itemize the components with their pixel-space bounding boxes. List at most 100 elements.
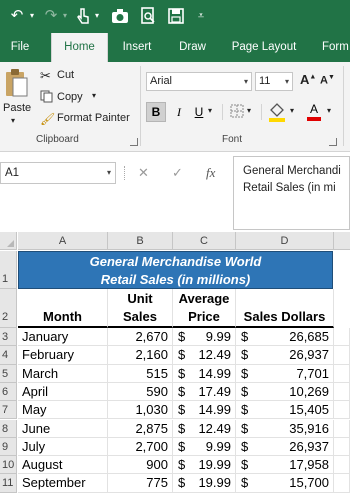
column-header-b[interactable]: B — [108, 232, 173, 250]
cell-average-price[interactable]: $12.49 — [173, 346, 236, 365]
copy-button[interactable]: Copy — [57, 91, 83, 103]
cell-month[interactable]: August — [18, 456, 108, 475]
cell-sales-dollars[interactable]: $10,269 — [236, 382, 334, 402]
camera-icon[interactable] — [110, 4, 130, 28]
font-size-dropdown-icon[interactable]: ▾ — [285, 73, 289, 90]
formula-input[interactable]: General Merchandi Retail Sales (in mi — [233, 156, 350, 230]
cell-average-price[interactable]: $19.99 — [173, 456, 236, 475]
cell-unit-sales[interactable]: 590 — [108, 382, 173, 402]
cell-month[interactable]: June — [18, 419, 108, 438]
redo-dropdown-icon[interactable]: ▾ — [60, 4, 70, 28]
cell-average-price[interactable]: $14.99 — [173, 401, 236, 420]
cell-sales-dollars[interactable]: $15,405 — [236, 401, 334, 420]
underline-dropdown-icon[interactable]: ▾ — [208, 106, 212, 115]
tab-home[interactable]: Home — [51, 33, 108, 62]
column-header-c[interactable]: C — [173, 232, 236, 250]
borders-icon[interactable] — [230, 104, 244, 123]
font-color-icon[interactable]: A — [307, 102, 321, 121]
borders-dropdown-icon[interactable]: ▾ — [247, 106, 251, 115]
cell-unit-sales[interactable]: 2,875 — [108, 419, 173, 438]
column-header-e[interactable] — [334, 232, 350, 250]
fill-color-dropdown-icon[interactable]: ▾ — [290, 106, 294, 115]
cell-average-price[interactable]: $12.49 — [173, 419, 236, 438]
cell-unit-sales[interactable]: 2,700 — [108, 437, 173, 457]
row-header[interactable]: 1 — [0, 251, 17, 289]
font-launcher-icon[interactable] — [329, 138, 337, 146]
cell-sales-dollars[interactable]: $26,685 — [236, 328, 334, 347]
select-all-corner[interactable] — [0, 232, 17, 250]
cancel-icon[interactable]: ✕ — [138, 162, 149, 184]
cell-average-price[interactable]: $9.99 — [173, 328, 236, 347]
undo-icon[interactable]: ↶ — [8, 4, 26, 28]
cell-month[interactable]: April — [18, 382, 108, 402]
copy-dropdown-icon[interactable]: ▾ — [92, 91, 96, 100]
cell-sales-dollars[interactable]: $17,958 — [236, 456, 334, 475]
title-merged-cell[interactable]: General Merchandise World Retail Sales (… — [18, 251, 333, 289]
row-header[interactable]: 7 — [0, 401, 17, 420]
cell-month[interactable]: January — [18, 328, 108, 347]
header-sales-dollars[interactable]: Sales Dollars — [236, 289, 334, 328]
name-box-dropdown-icon[interactable]: ▾ — [107, 163, 111, 183]
cell-empty[interactable] — [334, 382, 350, 402]
cell-unit-sales[interactable]: 2,160 — [108, 346, 173, 365]
print-preview-icon[interactable] — [138, 4, 158, 28]
decrease-font-size-button[interactable]: A▼ — [320, 74, 335, 87]
row-header[interactable]: 10 — [0, 456, 17, 475]
cell-empty[interactable] — [334, 328, 350, 347]
splitter-handle[interactable] — [124, 166, 126, 180]
cell-average-price[interactable]: $14.99 — [173, 364, 236, 383]
font-name-box[interactable]: Arial ▾ — [146, 72, 252, 91]
cell-unit-sales[interactable]: 515 — [108, 364, 173, 383]
font-size-box[interactable]: 11 ▾ — [255, 72, 293, 91]
cell-average-price[interactable]: $9.99 — [173, 437, 236, 457]
column-header-a[interactable]: A — [18, 232, 108, 250]
cell-average-price[interactable]: $17.49 — [173, 382, 236, 402]
row-header[interactable]: 9 — [0, 437, 17, 457]
redo-icon[interactable]: ↷ — [42, 4, 60, 28]
row-header[interactable]: 5 — [0, 364, 17, 383]
cell-sales-dollars[interactable]: $26,937 — [236, 437, 334, 457]
paste-icon[interactable] — [4, 68, 30, 100]
touch-dropdown-icon[interactable]: ▾ — [92, 4, 102, 28]
column-header-d[interactable]: D — [236, 232, 334, 250]
cell-empty[interactable] — [334, 456, 350, 475]
customize-qat-icon[interactable]: ⩡ — [194, 4, 208, 28]
increase-font-size-button[interactable]: A▲ — [300, 72, 316, 87]
row-header[interactable]: 2 — [0, 289, 17, 328]
worksheet-grid[interactable]: A B C D 1 General Merchandise World Reta… — [0, 232, 350, 493]
cell-month[interactable]: May — [18, 401, 108, 420]
undo-dropdown-icon[interactable]: ▾ — [27, 4, 37, 28]
header-month[interactable]: Month — [18, 289, 108, 328]
save-icon[interactable] — [166, 4, 186, 28]
cell-sales-dollars[interactable]: $35,916 — [236, 419, 334, 438]
paste-dropdown-icon[interactable]: ▾ — [11, 116, 15, 125]
header-average-price[interactable]: Average Price — [173, 289, 236, 328]
tab-formulas[interactable]: Form — [314, 33, 350, 62]
cell-sales-dollars[interactable]: $7,701 — [236, 364, 334, 383]
cell-empty[interactable] — [334, 364, 350, 383]
cut-button[interactable]: Cut — [57, 69, 74, 81]
cell-sales-dollars[interactable]: $26,937 — [236, 346, 334, 365]
cell-month[interactable]: February — [18, 346, 108, 365]
insert-function-icon[interactable]: fx — [206, 162, 215, 184]
row-header[interactable]: 6 — [0, 382, 17, 402]
cell-month[interactable]: March — [18, 364, 108, 383]
fill-color-icon[interactable] — [268, 102, 286, 127]
bold-button[interactable]: B — [146, 102, 166, 122]
enter-icon[interactable]: ✓ — [172, 162, 183, 184]
cell-empty[interactable] — [334, 437, 350, 457]
font-color-dropdown-icon[interactable]: ▾ — [327, 106, 331, 115]
cell-unit-sales[interactable]: 1,030 — [108, 401, 173, 420]
format-painter-button[interactable]: Format Painter — [57, 112, 130, 124]
cell-unit-sales[interactable]: 900 — [108, 456, 173, 475]
font-name-dropdown-icon[interactable]: ▾ — [244, 73, 248, 90]
underline-button[interactable]: U — [192, 102, 206, 122]
cell-empty[interactable] — [334, 419, 350, 438]
tab-page-layout[interactable]: Page Layout — [225, 33, 303, 62]
clipboard-launcher-icon[interactable] — [130, 138, 138, 146]
header-unit-sales[interactable]: Unit Sales — [108, 289, 173, 328]
cell-month[interactable]: July — [18, 437, 108, 457]
cell-empty[interactable] — [334, 401, 350, 420]
cell-empty[interactable] — [334, 346, 350, 365]
cell-unit-sales[interactable]: 2,670 — [108, 328, 173, 347]
